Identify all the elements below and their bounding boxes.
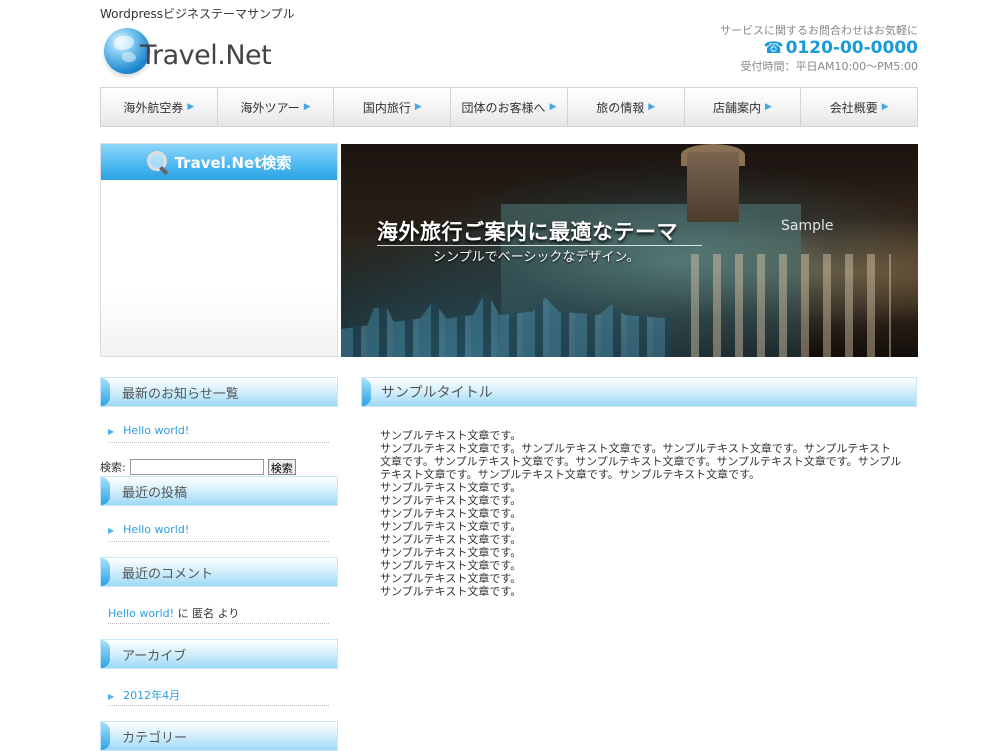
comment-text: に 匿名 より [174, 607, 240, 620]
content-paragraph: サンプルテキスト文章です。 [380, 546, 522, 559]
magnifier-icon [146, 151, 169, 173]
content-paragraph: サンプルテキスト文章です。 [380, 429, 522, 442]
search-label: 検索: [100, 461, 126, 474]
hero-columns-image [691, 254, 891, 357]
arrow-right-icon: ▶ [549, 102, 557, 112]
hero-tower-image [687, 152, 739, 222]
content-paragraph: サンプルテキスト文章です。 [380, 507, 522, 520]
hero-sample-label: Sample [781, 218, 834, 234]
site-logo[interactable]: Travel.Net [104, 28, 272, 82]
nav-label: 海外ツアー [240, 100, 300, 115]
list-item: ▶ Hello world! [108, 523, 329, 542]
nav-item-groups[interactable]: 団体のお客様へ ▶ [451, 88, 568, 126]
phone-icon: ☎ [763, 38, 784, 57]
sidebar-title-text: 最近の投稿 [122, 485, 188, 501]
nav-item-travel-info[interactable]: 旅の情報 ▶ [567, 88, 685, 126]
sidebar-title-text: カテゴリー [122, 730, 188, 746]
main-title-text: サンプルタイトル [381, 385, 493, 401]
sidebar-search-widget: 検索: 検索 [100, 459, 296, 475]
nav-item-company[interactable]: 会社概要 ▶ [801, 88, 918, 126]
title-bar-icon [101, 722, 110, 750]
content-paragraph: サンプルテキスト文章です。 [380, 481, 522, 494]
search-input[interactable] [129, 459, 264, 475]
nav-label: 団体のお客様へ [461, 100, 546, 115]
logo-text: Travel.Net [140, 40, 272, 71]
list-item: ▶ 2012年4月 [108, 687, 329, 706]
nav-label: 海外航空券 [123, 100, 184, 115]
title-bar-icon [101, 477, 110, 505]
arrow-right-icon: ▶ [108, 692, 115, 701]
search-button[interactable]: 検索 [267, 459, 296, 475]
comment-post-link[interactable]: Hello world! [108, 607, 174, 620]
content-paragraph: サンプルテキスト文章です。 [380, 520, 522, 533]
main-content: サンプルテキスト文章です。 サンプルテキスト文章です。サンプルテキスト文章です。… [380, 429, 902, 598]
recent-post-link[interactable]: Hello world! [123, 523, 189, 536]
nav-label: 国内旅行 [362, 100, 411, 115]
hero-banner: 海外旅行ご案内に最適なテーマ シンプルでベーシックなデザイン。 Sample [341, 144, 918, 357]
business-hours: 受付時間：平日AM10:00〜PM5:00 [740, 60, 918, 73]
arrow-right-icon: ▶ [881, 102, 889, 112]
content-paragraph: サンプルテキスト文章です。サンプルテキスト文章です。サンプルテキスト文章です。サ… [380, 442, 902, 481]
search-panel: Travel.Net検索 [100, 143, 338, 357]
sidebar-recent-comments-title: 最近のコメント [100, 557, 338, 587]
hero-subtitle: シンプルでベーシックなデザイン。 [433, 250, 640, 265]
title-bar-icon [101, 640, 110, 668]
main-nav: 海外航空券 ▶ 海外ツアー ▶ 国内旅行 ▶ 団体のお客様へ ▶ 旅の情報 ▶ 店舗案内 ▶… [100, 87, 918, 127]
content-paragraph: サンプルテキスト文章です。 [380, 585, 522, 598]
sidebar-news-title: 最新のお知らせ一覧 [100, 377, 338, 407]
contact-info: サービスに関するお問合わせはお気軽に ☎ 0120-00-0000 受付時間：平日… [720, 22, 918, 74]
title-bar-icon [362, 378, 371, 406]
nav-label: 旅の情報 [596, 100, 645, 115]
arrow-right-icon: ▶ [303, 102, 311, 112]
contact-note: サービスに関するお問合わせはお気軽に [720, 24, 918, 37]
sidebar-title-text: 最新のお知らせ一覧 [122, 386, 239, 402]
hero-title: 海外旅行ご案内に最適なテーマ [377, 220, 678, 244]
search-panel-title: Travel.Net検索 [174, 153, 292, 172]
phone-number: ☎ 0120-00-0000 [720, 38, 918, 58]
nav-item-domestic-travel[interactable]: 国内旅行 ▶ [334, 88, 452, 126]
news-link[interactable]: Hello world! [123, 424, 189, 437]
list-item: Hello world! に 匿名 より [108, 605, 329, 624]
phone-text: 0120-00-0000 [785, 38, 918, 58]
sidebar-title-text: アーカイブ [122, 648, 187, 664]
nav-item-stores[interactable]: 店舗案内 ▶ [684, 88, 802, 126]
sidebar-recent-posts-title: 最近の投稿 [100, 476, 338, 506]
content-paragraph: サンプルテキスト文章です。 [380, 559, 522, 572]
main-title: サンプルタイトル [361, 377, 917, 407]
list-item: ▶ Hello world! [108, 424, 329, 443]
nav-label: 会社概要 [829, 100, 878, 115]
title-bar-icon [101, 558, 110, 586]
title-bar-icon [101, 378, 110, 406]
arrow-right-icon: ▶ [108, 427, 115, 436]
arrow-right-icon: ▶ [765, 102, 772, 112]
sidebar-title-text: 最近のコメント [122, 566, 214, 582]
nav-item-overseas-flights[interactable]: 海外航空券 ▶ [101, 88, 218, 126]
sidebar-category-title: カテゴリー [100, 721, 338, 751]
content-paragraph: サンプルテキスト文章です。 [380, 533, 522, 546]
search-panel-header: Travel.Net検索 [101, 144, 337, 180]
archive-link[interactable]: 2012年4月 [123, 689, 180, 702]
sidebar-archive-title: アーカイブ [100, 639, 338, 669]
nav-item-overseas-tours[interactable]: 海外ツアー ▶ [217, 88, 335, 126]
content-paragraph: サンプルテキスト文章です。 [380, 494, 522, 507]
arrow-right-icon: ▶ [187, 102, 195, 112]
arrow-right-icon: ▶ [108, 526, 115, 535]
arrow-right-icon: ▶ [414, 102, 422, 112]
content-paragraph: サンプルテキスト文章です。 [380, 572, 522, 585]
nav-label: 店舗案内 [712, 100, 761, 115]
arrow-right-icon: ▶ [648, 102, 656, 112]
site-tagline: Wordpressビジネステーマサンプル [100, 7, 295, 21]
